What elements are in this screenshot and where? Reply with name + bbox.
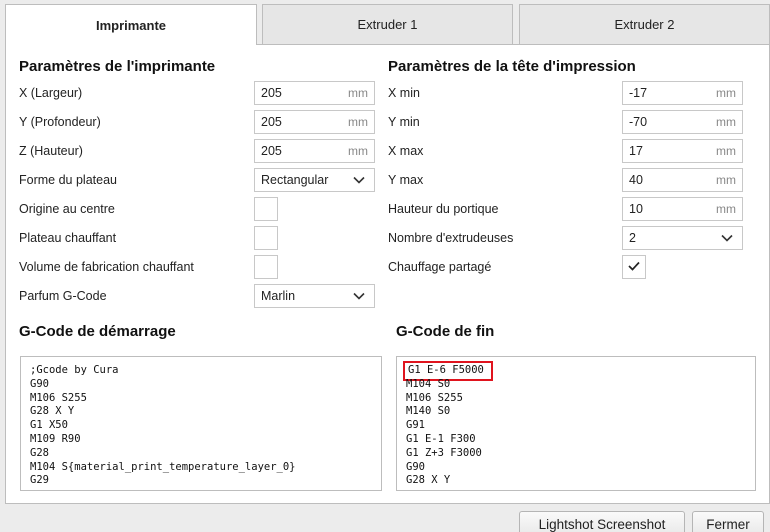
gantry-height-label: Hauteur du portique (388, 202, 499, 216)
gantry-height-unit: mm (716, 202, 736, 216)
gantry-height-field[interactable]: 10 mm (622, 197, 743, 221)
ymax-label: Y max (388, 173, 424, 187)
checkmark-icon (628, 260, 640, 274)
depth-label: Y (Profondeur) (19, 115, 101, 129)
start-gcode-textarea[interactable]: ;Gcode by Cura G90 M106 S255 G28 X Y G1 X50 M… (20, 356, 382, 491)
close-button[interactable]: Fermer (692, 511, 764, 532)
xmax-unit: mm (716, 144, 736, 158)
chevron-down-icon (350, 173, 368, 187)
code-line: M104 S0 (406, 377, 451, 390)
depth-field[interactable]: 205 mm (254, 110, 375, 134)
plate-shape-select[interactable]: Rectangular (254, 168, 375, 192)
code-line: ;Gcode by Cura (30, 364, 119, 376)
xmin-field[interactable]: -17 mm (622, 81, 743, 105)
code-line: M104 S{material_print_temperature_layer_… (30, 460, 296, 473)
extruder-count-select[interactable]: 2 (622, 226, 743, 250)
heated-bed-label: Plateau chauffant (19, 231, 117, 245)
end-gcode-textarea[interactable]: G1 E-6 F5000 M104 S0 M106 S255 M140 S0 G91 G… (396, 356, 756, 491)
xmin-label: X min (388, 86, 420, 100)
origin-center-label: Origine au centre (19, 202, 115, 216)
gcode-flavor-select[interactable]: Marlin (254, 284, 375, 308)
ymin-field[interactable]: -70 mm (622, 110, 743, 134)
code-line: G28 X Y (30, 405, 75, 418)
depth-value: 205 (261, 115, 282, 129)
ymax-field[interactable]: 40 mm (622, 168, 743, 192)
code-line: G1 X50 (30, 419, 68, 432)
code-line: G29 (30, 474, 49, 487)
plate-shape-value: Rectangular (261, 173, 329, 187)
button-label: Lightshot Screenshot (538, 516, 666, 532)
settings-panel: Paramètres de l'imprimante X (Largeur) 2… (5, 44, 770, 504)
plate-shape-label: Forme du plateau (19, 173, 117, 187)
origin-center-checkbox[interactable] (254, 197, 278, 221)
xmax-label: X max (388, 144, 424, 158)
depth-unit: mm (348, 115, 368, 129)
shared-heater-checkbox[interactable] (622, 255, 646, 279)
ymin-unit: mm (716, 115, 736, 129)
width-value: 205 (261, 86, 282, 100)
code-line: G28 X Y (406, 474, 451, 487)
xmin-unit: mm (716, 86, 736, 100)
code-line: G91 (406, 419, 425, 432)
height-value: 205 (261, 144, 282, 158)
gcode-flavor-label: Parfum G-Code (19, 289, 107, 303)
printer-settings-title: Paramètres de l'imprimante (19, 58, 216, 75)
height-unit: mm (348, 144, 368, 158)
heated-volume-label: Volume de fabrication chauffant (19, 260, 194, 274)
xmax-field[interactable]: 17 mm (622, 139, 743, 163)
start-gcode-title: G-Code de démarrage (19, 323, 176, 340)
ymin-label: Y min (388, 115, 420, 129)
tab-bar: Imprimante Extruder 1 Extruder 2 (5, 4, 770, 45)
tab-label: Extruder 1 (357, 17, 418, 32)
ymin-value: -70 (629, 115, 648, 129)
lightshot-screenshot-button[interactable]: Lightshot Screenshot (519, 511, 685, 532)
code-line: G1 E-1 F300 (406, 432, 476, 445)
extruder-count-label: Nombre d'extrudeuses (388, 231, 514, 245)
code-line: G90 (30, 377, 49, 390)
xmin-value: -17 (629, 86, 648, 100)
code-line: G1 Z+3 F3000 (406, 446, 482, 459)
extruder-count-value: 2 (629, 231, 636, 245)
heated-bed-checkbox[interactable] (254, 226, 278, 250)
code-line: G90 (406, 460, 425, 473)
tab-imprimante[interactable]: Imprimante (5, 4, 257, 45)
gantry-height-value: 10 (629, 202, 643, 216)
tab-label: Extruder 2 (614, 17, 675, 32)
width-field[interactable]: 205 mm (254, 81, 375, 105)
heated-volume-checkbox[interactable] (254, 255, 278, 279)
tab-label: Imprimante (95, 17, 167, 33)
printhead-settings-title: Paramètres de la tête d'impression (388, 58, 636, 75)
chevron-down-icon (350, 289, 368, 303)
code-line: M109 R90 (30, 432, 81, 445)
code-line: M106 S255 (406, 391, 463, 404)
width-label: X (Largeur) (19, 86, 83, 100)
xmax-value: 17 (629, 144, 643, 158)
height-field[interactable]: 205 mm (254, 139, 375, 163)
tab-extruder-2[interactable]: Extruder 2 (519, 4, 770, 44)
code-line: M106 S255 (30, 391, 87, 404)
button-label: Fermer (706, 516, 750, 532)
code-line: G1 E-6 F5000 (403, 361, 493, 381)
code-line: M140 S0 (406, 405, 451, 418)
shared-heater-label: Chauffage partagé (388, 260, 492, 274)
height-label: Z (Hauteur) (19, 144, 83, 158)
ymax-value: 40 (629, 173, 643, 187)
ymax-unit: mm (716, 173, 736, 187)
code-line: G28 (30, 446, 49, 459)
end-gcode-title: G-Code de fin (396, 323, 495, 340)
tab-extruder-1[interactable]: Extruder 1 (262, 4, 513, 44)
chevron-down-icon (718, 231, 736, 245)
gcode-flavor-value: Marlin (261, 289, 296, 303)
width-unit: mm (348, 86, 368, 100)
